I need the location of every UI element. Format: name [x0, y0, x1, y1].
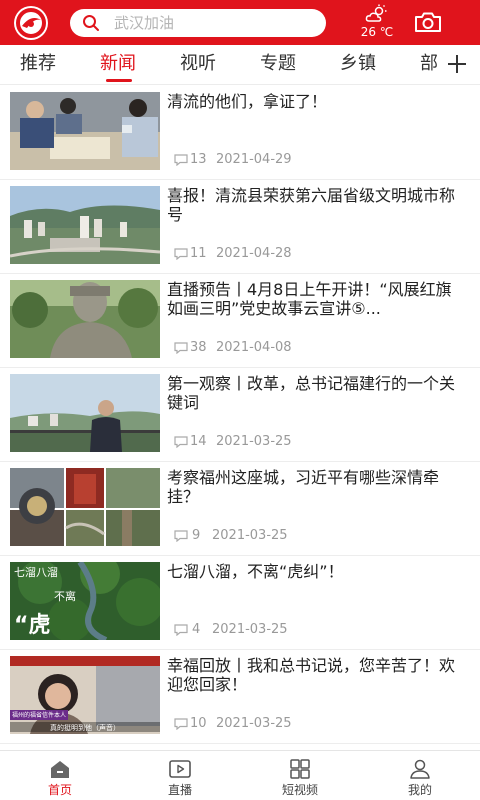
- home-icon: [51, 761, 69, 778]
- tab-video-audio[interactable]: 视听: [180, 52, 216, 78]
- article-thumbnail: [10, 468, 160, 546]
- article-date: 2021-03-25: [212, 622, 288, 637]
- article-title: 幸福回放丨我和总书记说，您辛苦了！欢迎您回家！: [167, 656, 456, 694]
- article-title: 清流的他们，拿证了！: [167, 92, 328, 111]
- thumb-overlay-text: 福州的福省信件本人: [12, 711, 66, 719]
- comment-icon: [174, 718, 188, 730]
- search-bar[interactable]: 武汉加油: [70, 9, 326, 37]
- play-icon: [169, 760, 191, 778]
- comment-icon: [174, 154, 188, 166]
- comment-count: 9: [192, 528, 201, 543]
- tab-topics[interactable]: 专题: [260, 52, 296, 78]
- active-tab-indicator: [106, 79, 132, 82]
- app-logo[interactable]: [14, 6, 48, 40]
- top-bar: 武汉加油 26 ℃: [0, 0, 480, 45]
- article-title: 喜报！清流县荣获第六届省级文明城市称号: [167, 186, 456, 224]
- tab-departments[interactable]: 部: [420, 52, 438, 78]
- tab-recommend[interactable]: 推荐: [20, 52, 56, 78]
- temperature-label: 26 ℃: [360, 25, 394, 39]
- nav-short-video[interactable]: 短视频: [260, 751, 340, 800]
- nav-live[interactable]: 直播: [140, 751, 220, 800]
- article-title: 直播预告丨4月8日上午开讲！“风展红旗 如画三明”党史故事云宣讲⑤...: [167, 280, 452, 318]
- comment-count: 13: [190, 152, 207, 167]
- thumb-overlay-text: 七溜八溜: [14, 565, 58, 579]
- nav-label: 短视频: [281, 783, 318, 797]
- logo-icon: [16, 8, 46, 38]
- article-item[interactable]: 福州的福省信件本人 真的挺明到他（声音） 幸福回放丨我和总书记说，您辛苦了！欢迎…: [0, 650, 480, 744]
- article-title: 第一观察丨改革，总书记福建行的一个关键词: [167, 374, 456, 412]
- nav-label: 我的: [407, 783, 432, 797]
- article-thumbnail: [10, 280, 160, 358]
- thumb-overlay-text: 不离: [54, 589, 76, 603]
- nav-label: 首页: [47, 783, 72, 797]
- article-date: 2021-03-25: [216, 434, 292, 449]
- nav-mine[interactable]: 我的: [380, 751, 460, 800]
- article-thumbnail: [10, 374, 160, 452]
- article-date: 2021-04-08: [216, 340, 292, 355]
- comment-count: 4: [192, 622, 201, 637]
- add-channel-icon[interactable]: [446, 53, 468, 75]
- comment-icon: [174, 342, 188, 354]
- article-item[interactable]: 第一观察丨改革，总书记福建行的一个关键词 14 2021-03-25: [0, 368, 480, 462]
- article-title: 七溜八溜，不离“虎纠”！: [167, 562, 344, 581]
- tab-news[interactable]: 新闻: [100, 52, 136, 78]
- article-item[interactable]: 直播预告丨4月8日上午开讲！“风展红旗 如画三明”党史故事云宣讲⑤... 38 …: [0, 274, 480, 368]
- article-thumbnail: [10, 92, 160, 170]
- search-icon: [83, 15, 99, 31]
- article-item[interactable]: 喜报！清流县荣获第六届省级文明城市称号 11 2021-04-28: [0, 180, 480, 274]
- comment-count: 10: [190, 716, 207, 731]
- article-thumbnail: 福州的福省信件本人 真的挺明到他（声音）: [10, 656, 160, 734]
- thumb-overlay-text: 真的挺明到他（声音）: [50, 723, 120, 732]
- cloud-sun-icon: [365, 4, 387, 22]
- comment-icon: [174, 248, 188, 260]
- comment-count: 14: [190, 434, 207, 449]
- article-thumbnail: 七溜八溜 不离 “虎: [10, 562, 160, 640]
- tab-towns[interactable]: 乡镇: [340, 52, 376, 78]
- camera-icon[interactable]: [414, 10, 442, 34]
- article-date: 2021-04-29: [216, 152, 292, 167]
- article-item[interactable]: 七溜八溜 不离 “虎 七溜八溜，不离“虎纠”！ 4 2021-03-25: [0, 556, 480, 650]
- article-thumbnail: [10, 186, 160, 264]
- article-item[interactable]: 考察福州这座城，习近平有哪些深情牵挂？ 9 2021-03-25: [0, 462, 480, 556]
- search-placeholder: 武汉加油: [114, 14, 175, 32]
- article-item[interactable]: 清流的他们，拿证了！ 13 2021-04-29: [0, 86, 480, 180]
- channel-tabs: 推荐 新闻 视听 专题 乡镇 部: [0, 45, 480, 85]
- comment-icon: [174, 436, 188, 448]
- comment-count: 38: [190, 340, 207, 355]
- user-icon: [410, 759, 430, 779]
- weather-widget[interactable]: 26 ℃: [352, 4, 402, 42]
- article-date: 2021-04-28: [216, 246, 292, 261]
- nav-label: 直播: [167, 783, 192, 797]
- bottom-nav: 首页 直播 短视频 我的: [0, 750, 480, 800]
- comment-icon: [174, 624, 188, 636]
- article-date: 2021-03-25: [216, 716, 292, 731]
- article-date: 2021-03-25: [212, 528, 288, 543]
- comment-icon: [174, 530, 188, 542]
- thumb-overlay-text: “虎: [14, 612, 50, 638]
- nav-home[interactable]: 首页: [20, 751, 100, 800]
- grid-icon: [290, 759, 310, 779]
- comment-count: 11: [190, 246, 207, 261]
- article-title: 考察福州这座城，习近平有哪些深情牵挂？: [167, 468, 440, 506]
